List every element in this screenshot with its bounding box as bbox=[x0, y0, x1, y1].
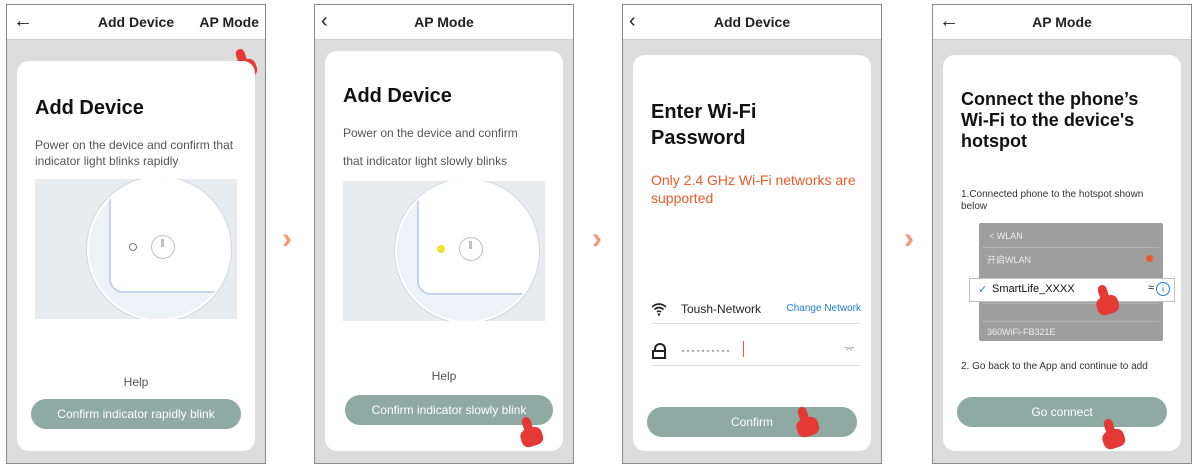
password-row[interactable]: ·········· ⌤ bbox=[651, 337, 861, 366]
step-2-text: 2. Go back to the App and continue to ad… bbox=[961, 361, 1148, 372]
change-network-link[interactable]: Change Network bbox=[787, 303, 861, 314]
help-link[interactable]: Help bbox=[17, 375, 255, 389]
top-title: Add Device bbox=[713, 14, 791, 30]
instruction-line-2: that indicator light slowly blinks bbox=[343, 154, 508, 168]
eye-closed-icon[interactable]: ⌤ bbox=[843, 345, 855, 356]
page-heading: Add Device bbox=[343, 85, 452, 107]
top-bar: ‹ AP Mode bbox=[315, 5, 573, 40]
screen-connect-hotspot: ← AP Mode Connect the phone’s Wi-Fi to t… bbox=[932, 4, 1192, 464]
content-card: Connect the phone’s Wi-Fi to the device'… bbox=[943, 55, 1181, 451]
indicator-light-icon bbox=[437, 245, 445, 253]
text-cursor bbox=[743, 341, 744, 357]
network-name: Toush-Network bbox=[681, 302, 762, 316]
device-illustration bbox=[35, 179, 237, 319]
screen-add-device-rapid: ← Add Device AP Mode Add Device Power on… bbox=[6, 4, 266, 464]
power-button-icon bbox=[151, 235, 175, 259]
help-link[interactable]: Help bbox=[325, 369, 563, 383]
password-input[interactable]: ·········· bbox=[681, 343, 731, 357]
wlan-row: 360WiFi-FB321E bbox=[983, 321, 1159, 344]
go-connect-button[interactable]: Go connect bbox=[957, 397, 1167, 427]
wlan-title: < WLAN bbox=[989, 231, 1023, 241]
frequency-warning: Only 2.4 GHz Wi-Fi networks are supporte… bbox=[651, 172, 856, 206]
content-card: Add Device Power on the device and confi… bbox=[325, 51, 563, 451]
wifi-icon bbox=[651, 303, 667, 316]
confirm-button[interactable]: Confirm bbox=[647, 407, 857, 437]
screen-enter-wifi: ‹ Add Device Enter Wi-Fi Password Only 2… bbox=[622, 4, 882, 464]
top-title: AP Mode bbox=[1032, 14, 1092, 30]
content-card: Enter Wi-Fi Password Only 2.4 GHz Wi-Fi … bbox=[633, 55, 871, 451]
info-icon[interactable]: i bbox=[1156, 282, 1170, 296]
indicator-zoom-lens bbox=[87, 179, 231, 319]
wifi-settings-screenshot: < WLAN 开启WLAN 360WiFi-FB321E ✓ SmartLife… bbox=[969, 223, 1175, 344]
instruction-text: Power on the device and confirm that ind… bbox=[35, 138, 234, 168]
step-arrow-icon: › bbox=[592, 222, 602, 255]
wifi-signal-icon: ≈ bbox=[1147, 282, 1154, 294]
top-bar: ← Add Device AP Mode bbox=[7, 5, 265, 40]
top-title: AP Mode bbox=[414, 14, 474, 30]
checkmark-icon: ✓ bbox=[978, 284, 988, 296]
content-card: Add Device Power on the device and confi… bbox=[17, 61, 255, 451]
confirm-rapid-blink-button[interactable]: Confirm indicator rapidly blink bbox=[31, 399, 241, 429]
network-row: Toush-Network Change Network bbox=[651, 295, 861, 324]
ap-mode-button[interactable]: AP Mode bbox=[199, 14, 259, 30]
toggle-icon bbox=[1146, 255, 1153, 262]
page-heading: Add Device bbox=[35, 97, 144, 119]
step-arrow-icon: › bbox=[282, 222, 292, 255]
page-heading-line-2: Password bbox=[651, 127, 746, 149]
instruction-line-1: Power on the device and confirm bbox=[343, 126, 518, 140]
wlan-row: 开启WLAN bbox=[983, 247, 1159, 270]
device-illustration bbox=[343, 181, 545, 321]
hotspot-ssid: SmartLife_XXXX bbox=[992, 283, 1075, 295]
device-corner bbox=[109, 179, 229, 293]
indicator-zoom-lens bbox=[395, 181, 539, 321]
screen-add-device-slow: ‹ AP Mode Add Device Power on the device… bbox=[314, 4, 574, 464]
device-corner bbox=[417, 181, 537, 295]
lock-icon bbox=[651, 343, 667, 359]
page-heading-line-1: Enter Wi-Fi bbox=[651, 101, 757, 123]
step-arrow-icon: › bbox=[904, 222, 914, 255]
step-1-text: 1.Connected phone to the hotspot shown b… bbox=[961, 189, 1144, 212]
hotspot-network-item[interactable]: ✓ SmartLife_XXXX ≈ i bbox=[969, 278, 1175, 302]
indicator-light-icon bbox=[129, 243, 137, 251]
top-bar: ← AP Mode bbox=[933, 5, 1191, 40]
top-bar: ‹ Add Device bbox=[623, 5, 881, 40]
power-button-icon bbox=[459, 237, 483, 261]
page-heading: Connect the phone’s Wi-Fi to the device'… bbox=[961, 89, 1139, 151]
